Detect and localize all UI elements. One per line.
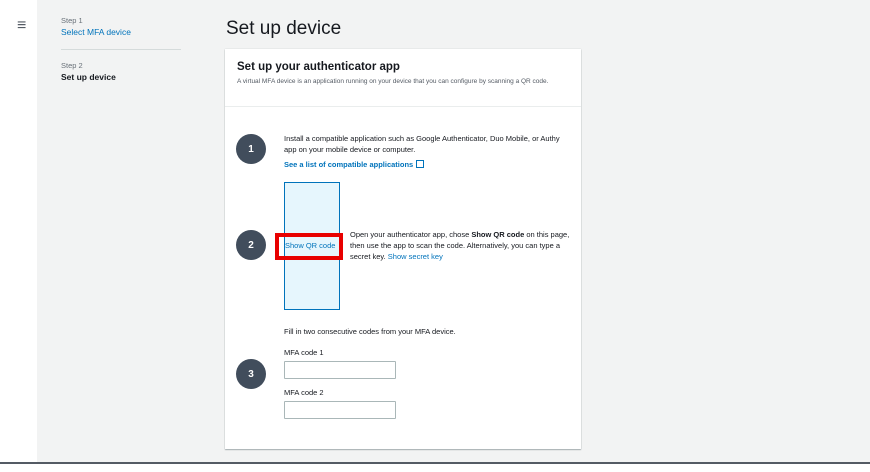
- panel-description: A virtual MFA device is an application r…: [237, 78, 549, 85]
- step-3-instructions: Fill in two consecutive codes from your …: [284, 327, 456, 336]
- bottom-divider: [0, 462, 870, 464]
- step-2-text-before: Open your authenticator app, chose: [350, 230, 472, 239]
- authenticator-panel: Set up your authenticator app A virtual …: [225, 49, 581, 449]
- step-1-instructions: Install a compatible application such as…: [284, 134, 560, 154]
- step-2-text-bold: Show QR code: [471, 230, 525, 239]
- step-3-badge: 3: [236, 359, 266, 389]
- step-2-number: Step 2: [61, 61, 83, 70]
- compatible-apps-link[interactable]: See a list of compatible applications: [284, 159, 425, 169]
- panel-title: Set up your authenticator app: [237, 61, 400, 73]
- wizard-step-2: Step 2 Set up device: [61, 61, 116, 82]
- step-1-number: Step 1: [61, 16, 83, 25]
- external-link-icon: [416, 160, 425, 168]
- step-2-badge: 2: [236, 230, 266, 260]
- step-1-link[interactable]: Select MFA device: [61, 27, 131, 37]
- wizard-sidebar: Step 1 Select MFA device Step 2 Set up d…: [37, 0, 205, 462]
- step-1-badge: 1: [236, 134, 266, 164]
- wizard-step-1[interactable]: Step 1 Select MFA device: [61, 16, 131, 37]
- main-content: Set up device Set up your authenticator …: [204, 0, 870, 462]
- mfa-code-2-input[interactable]: [284, 401, 396, 419]
- step-divider: [61, 49, 181, 50]
- show-qr-code-button[interactable]: Show QR code: [285, 241, 335, 250]
- hamburger-icon[interactable]: ≡: [17, 18, 26, 34]
- step-2-label: Set up device: [61, 72, 116, 82]
- panel-header: Set up your authenticator app A virtual …: [225, 49, 581, 107]
- step-2-instructions: Open your authenticator app, chose Show …: [350, 229, 576, 262]
- compatible-apps-link-label: See a list of compatible applications: [284, 160, 414, 169]
- show-secret-key-link[interactable]: Show secret key: [388, 252, 443, 261]
- page-title: Set up device: [226, 18, 342, 39]
- mfa-code-1-input[interactable]: [284, 361, 396, 379]
- mfa-code-2-label: MFA code 2: [284, 388, 324, 397]
- mfa-code-1-label: MFA code 1: [284, 348, 324, 357]
